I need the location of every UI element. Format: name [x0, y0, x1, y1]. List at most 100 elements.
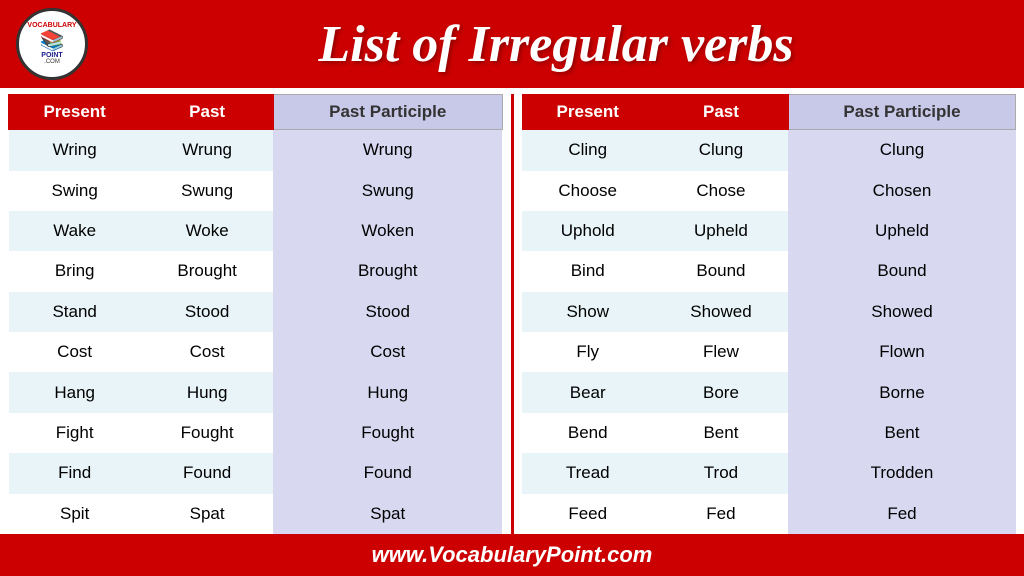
left-header-present: Present: [9, 95, 141, 130]
table-cell: Wring: [9, 130, 141, 171]
table-cell: Bent: [788, 413, 1015, 453]
table-row: SwingSwungSwung: [9, 171, 503, 211]
table-cell: Woke: [141, 211, 274, 251]
header: VOCABULARY 📚 POINT .COM List of Irregula…: [0, 0, 1024, 88]
table-cell: Cost: [9, 332, 141, 372]
table-row: BindBoundBound: [522, 251, 1016, 291]
left-header-pp: Past Participle: [273, 95, 502, 130]
table-row: FeedFedFed: [522, 494, 1016, 534]
right-header-past: Past: [653, 95, 788, 130]
table-cell: Fly: [522, 332, 653, 372]
table-cell: Spit: [9, 494, 141, 534]
page-wrapper: VOCABULARY 📚 POINT .COM List of Irregula…: [0, 0, 1024, 576]
left-header-past: Past: [141, 95, 274, 130]
table-cell: Swung: [141, 171, 274, 211]
table-cell: Found: [273, 453, 502, 493]
logo-com: .COM: [27, 59, 76, 66]
table-cell: Bear: [522, 372, 653, 412]
table-row: HangHungHung: [9, 372, 503, 412]
table-cell: Bring: [9, 251, 141, 291]
table-cell: Choose: [522, 171, 653, 211]
table-cell: Found: [141, 453, 274, 493]
table-cell: Bound: [653, 251, 788, 291]
table-cell: Fed: [653, 494, 788, 534]
table-row: BringBroughtBrought: [9, 251, 503, 291]
table-row: StandStoodStood: [9, 292, 503, 332]
logo-vocab: VOCABULARY: [27, 22, 76, 30]
table-cell: Upheld: [653, 211, 788, 251]
table-cell: Wake: [9, 211, 141, 251]
table-cell: Brought: [141, 251, 274, 291]
table-cell: Show: [522, 292, 653, 332]
table-row: WringWrungWrung: [9, 130, 503, 171]
left-table: Present Past Past Participle WringWrungW…: [8, 94, 503, 534]
table-cell: Fight: [9, 413, 141, 453]
table-row: FlyFlewFlown: [522, 332, 1016, 372]
table-row: SpitSpatSpat: [9, 494, 503, 534]
table-cell: Bind: [522, 251, 653, 291]
table-cell: Swung: [273, 171, 502, 211]
table-row: TreadTrodTrodden: [522, 453, 1016, 493]
table-cell: Tread: [522, 453, 653, 493]
right-header-present: Present: [522, 95, 653, 130]
table-cell: Showed: [788, 292, 1015, 332]
table-cell: Bend: [522, 413, 653, 453]
table-cell: Spat: [273, 494, 502, 534]
table-cell: Borne: [788, 372, 1015, 412]
table-cell: Showed: [653, 292, 788, 332]
table-divider: [511, 94, 514, 534]
table-cell: Fed: [788, 494, 1015, 534]
logo: VOCABULARY 📚 POINT .COM: [16, 8, 88, 80]
logo-icon: 📚: [27, 30, 76, 52]
table-cell: Wrung: [141, 130, 274, 171]
table-cell: Wrung: [273, 130, 502, 171]
table-cell: Stood: [273, 292, 502, 332]
table-cell: Cost: [273, 332, 502, 372]
table-cell: Fought: [273, 413, 502, 453]
table-row: BearBoreBorne: [522, 372, 1016, 412]
table-cell: Cost: [141, 332, 274, 372]
table-row: BendBentBent: [522, 413, 1016, 453]
table-row: UpholdUpheldUpheld: [522, 211, 1016, 251]
table-cell: Stood: [141, 292, 274, 332]
table-row: CostCostCost: [9, 332, 503, 372]
table-cell: Cling: [522, 130, 653, 171]
table-cell: Trod: [653, 453, 788, 493]
table-cell: Find: [9, 453, 141, 493]
table-cell: Bound: [788, 251, 1015, 291]
table-cell: Brought: [273, 251, 502, 291]
table-cell: Swing: [9, 171, 141, 211]
table-cell: Flown: [788, 332, 1015, 372]
footer-text: www.VocabularyPoint.com: [372, 542, 653, 567]
table-cell: Fought: [141, 413, 274, 453]
table-row: WakeWokeWoken: [9, 211, 503, 251]
table-row: ShowShowedShowed: [522, 292, 1016, 332]
table-cell: Hang: [9, 372, 141, 412]
table-cell: Woken: [273, 211, 502, 251]
table-cell: Trodden: [788, 453, 1015, 493]
table-cell: Bore: [653, 372, 788, 412]
table-cell: Hung: [273, 372, 502, 412]
table-cell: Clung: [653, 130, 788, 171]
content-area: Present Past Past Participle WringWrungW…: [0, 88, 1024, 576]
table-cell: Chosen: [788, 171, 1015, 211]
table-cell: Stand: [9, 292, 141, 332]
right-header-pp: Past Participle: [788, 95, 1015, 130]
table-cell: Flew: [653, 332, 788, 372]
page-title: List of Irregular verbs: [104, 15, 1008, 74]
tables-wrapper: Present Past Past Participle WringWrungW…: [0, 88, 1024, 534]
table-cell: Hung: [141, 372, 274, 412]
table-row: ClingClungClung: [522, 130, 1016, 171]
table-row: FindFoundFound: [9, 453, 503, 493]
table-cell: Upheld: [788, 211, 1015, 251]
table-cell: Uphold: [522, 211, 653, 251]
logo-point: POINT: [27, 52, 76, 60]
table-cell: Spat: [141, 494, 274, 534]
right-table: Present Past Past Participle ClingClungC…: [522, 94, 1017, 534]
table-row: FightFoughtFought: [9, 413, 503, 453]
table-cell: Feed: [522, 494, 653, 534]
table-cell: Chose: [653, 171, 788, 211]
footer: www.VocabularyPoint.com: [0, 534, 1024, 576]
table-cell: Bent: [653, 413, 788, 453]
table-row: ChooseChoseChosen: [522, 171, 1016, 211]
